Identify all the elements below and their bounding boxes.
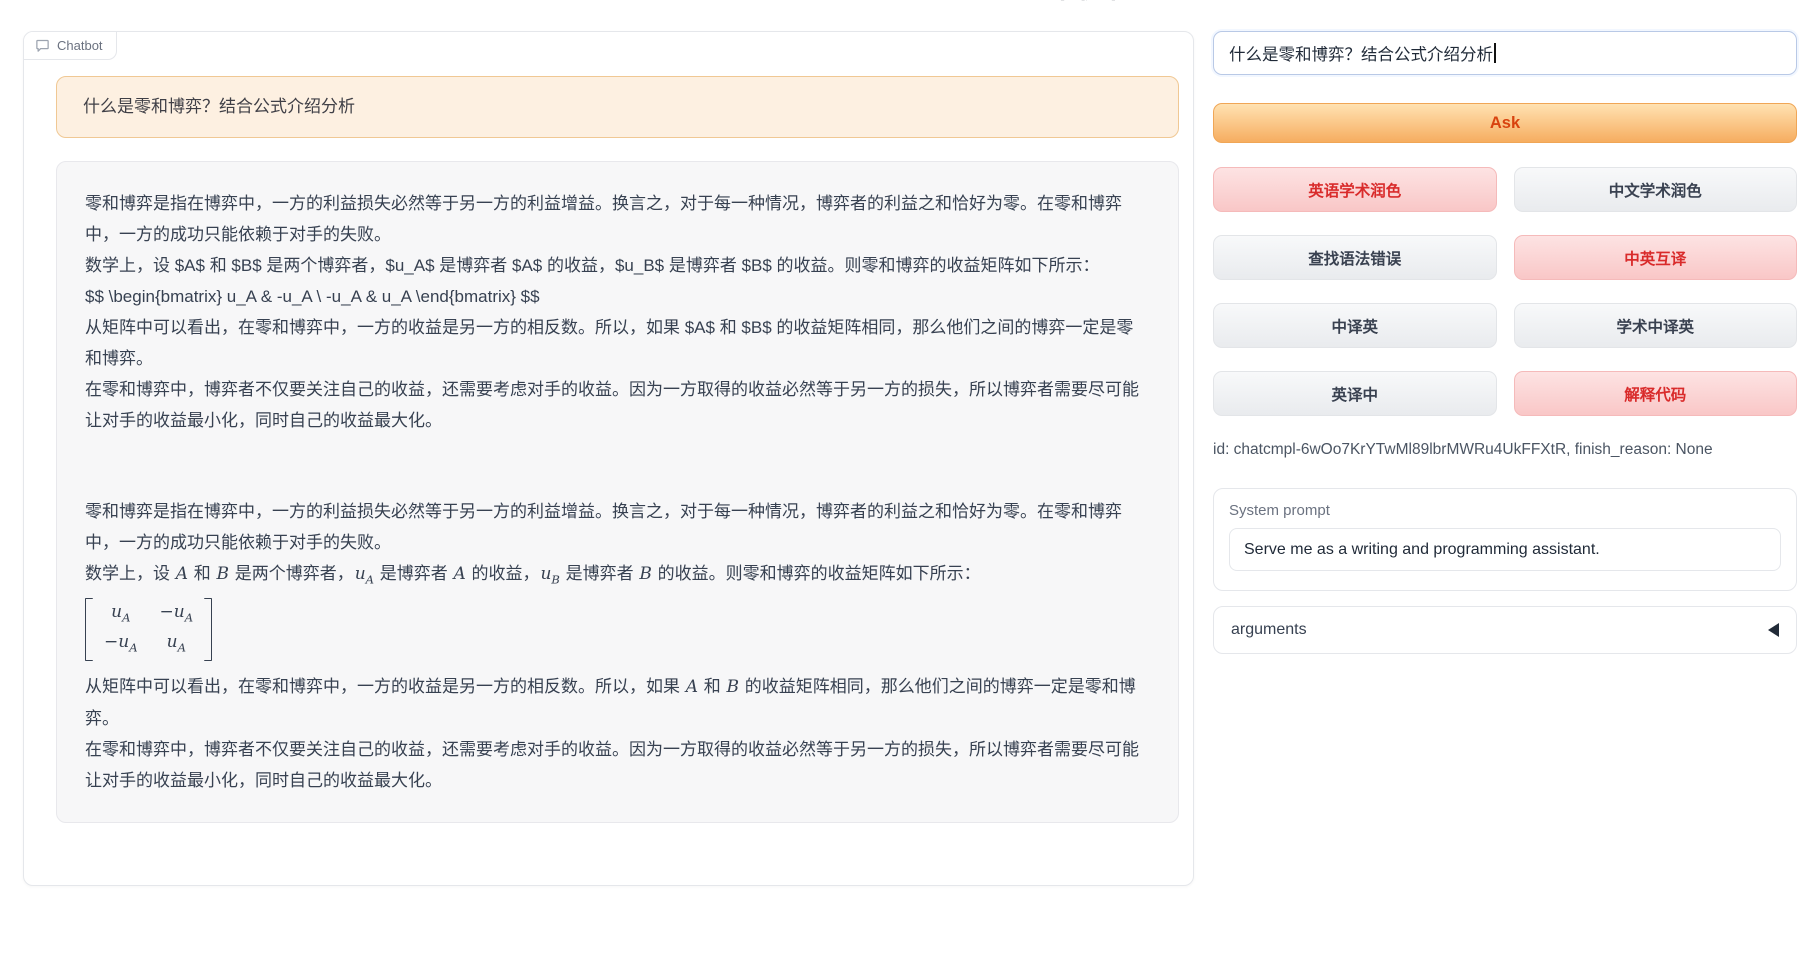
matrix-bracket-left <box>85 598 93 661</box>
explain-code-button[interactable]: 解释代码 <box>1514 371 1798 416</box>
question-input[interactable]: 什么是零和博弈？结合公式介绍分析 <box>1213 31 1797 75</box>
payoff-matrix: uA−uA−uAuA <box>85 598 212 661</box>
bot-latex-source: $$ \begin{bmatrix} u_A & -u_A \ -u_A & u… <box>85 281 1150 312</box>
bot-rendered-section: 零和博弈是指在博弈中，一方的利益损失必然等于另一方的利益增益。换言之，对于每一种… <box>85 496 1150 796</box>
matrix-cell: −uA <box>103 630 139 659</box>
arguments-accordion[interactable]: arguments <box>1213 606 1797 654</box>
system-prompt-value: Serve me as a writing and programming as… <box>1244 541 1600 559</box>
zh-en-mutual-translate-button[interactable]: 中英互译 <box>1514 235 1798 280</box>
user-message: 什么是零和博弈？结合公式介绍分析 <box>56 76 1179 138</box>
chinese-academic-polish-button[interactable]: 中文学术润色 <box>1514 167 1798 212</box>
bot-paragraph: 零和博弈是指在博弈中，一方的利益损失必然等于另一方的利益增益。换言之，对于每一种… <box>85 496 1150 558</box>
system-prompt-panel: System prompt Serve me as a writing and … <box>1213 488 1797 591</box>
chat-bubble-icon <box>35 38 50 53</box>
bot-paragraph: 在零和博弈中，博弈者不仅要关注自己的收益，还需要考虑对手的收益。因为一方取得的收… <box>85 734 1150 796</box>
find-grammar-errors-button[interactable]: 查找语法错误 <box>1213 235 1497 280</box>
page-title: ChatGPT 学术优化 <box>884 0 1136 8</box>
matrix-cell: uA <box>103 600 139 629</box>
app-root: ChatGPT 学术优化 Chatbot 什么是零和博弈？结合公式介绍分析 零和… <box>0 0 1814 961</box>
bot-paragraph: 数学上，设 $A$ 和 $B$ 是两个博弈者，$u_A$ 是博弈者 $A$ 的收… <box>85 250 1150 281</box>
zh-to-en-button[interactable]: 中译英 <box>1213 303 1497 348</box>
chatbot-label-text: Chatbot <box>57 38 103 53</box>
bot-raw-section: 零和博弈是指在博弈中，一方的利益损失必然等于另一方的利益增益。换言之，对于每一种… <box>85 188 1150 436</box>
bot-message: 零和博弈是指在博弈中，一方的利益损失必然等于另一方的利益增益。换言之，对于每一种… <box>56 161 1179 823</box>
en-to-zh-button[interactable]: 英译中 <box>1213 371 1497 416</box>
section-gap <box>85 436 1150 496</box>
matrix-cells: uA−uA−uAuA <box>93 598 204 661</box>
ask-button[interactable]: Ask <box>1213 103 1797 143</box>
academic-zh-to-en-button[interactable]: 学术中译英 <box>1514 303 1798 348</box>
bot-paragraph: 在零和博弈中，博弈者不仅要关注自己的收益，还需要考虑对手的收益。因为一方取得的收… <box>85 374 1150 436</box>
chatbot-panel: Chatbot 什么是零和博弈？结合公式介绍分析 零和博弈是指在博弈中，一方的利… <box>23 31 1194 886</box>
matrix-cell: −uA <box>159 600 195 629</box>
chatbot-label: Chatbot <box>24 32 117 60</box>
bot-paragraph-with-math: 从矩阵中可以看出，在零和博弈中，一方的收益是另一方的相反数。所以，如果 A 和 … <box>85 671 1150 734</box>
system-prompt-label: System prompt <box>1229 502 1781 519</box>
bot-paragraph-with-math: 数学上，设 A 和 B 是两个博弈者，uA 是博弈者 A 的收益，uB 是博弈者… <box>85 558 1150 595</box>
message-list: 什么是零和博弈？结合公式介绍分析 零和博弈是指在博弈中，一方的利益损失必然等于另… <box>56 76 1179 869</box>
english-academic-polish-button[interactable]: 英语学术润色 <box>1213 167 1497 212</box>
collapse-triangle-icon <box>1768 623 1779 637</box>
matrix-cell: uA <box>159 630 195 659</box>
bot-paragraph: 从矩阵中可以看出，在零和博弈中，一方的收益是另一方的相反数。所以，如果 $A$ … <box>85 312 1150 374</box>
status-text: id: chatcmpl-6wOo7KrYTwMl89lbrMWRu4UkFFX… <box>1213 441 1797 459</box>
arguments-label: arguments <box>1231 621 1307 639</box>
user-message-text: 什么是零和博弈？结合公式介绍分析 <box>83 97 355 116</box>
preset-button-grid: 英语学术润色 中文学术润色 查找语法错误 中英互译 中译英 学术中译英 英译中 … <box>1213 167 1797 416</box>
question-input-value: 什么是零和博弈？结合公式介绍分析 <box>1229 41 1493 65</box>
text-cursor <box>1494 43 1496 63</box>
matrix-bracket-right <box>204 598 212 661</box>
system-prompt-input[interactable]: Serve me as a writing and programming as… <box>1229 528 1781 571</box>
bot-paragraph: 零和博弈是指在博弈中，一方的利益损失必然等于另一方的利益增益。换言之，对于每一种… <box>85 188 1150 250</box>
